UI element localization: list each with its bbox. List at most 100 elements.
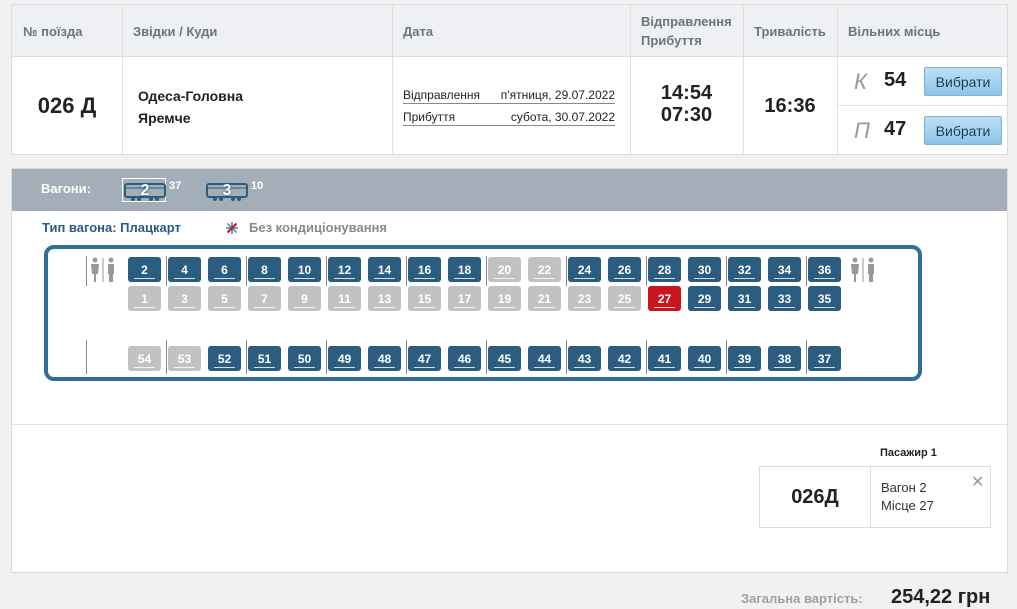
seat-36[interactable]: 36 <box>808 257 841 282</box>
compartment-divider <box>806 256 807 286</box>
car-scheme: 2 4 6 8 10 12 14 16 18 20 22 24 26 28 30 32 34 36 1 3 5 7 9 11 1… <box>44 245 922 381</box>
seat-9: 9 <box>288 286 321 311</box>
arrival-label: Прибуття <box>403 110 456 124</box>
compartment-divider <box>806 340 807 374</box>
seat-46[interactable]: 46 <box>448 346 481 371</box>
seat-37[interactable]: 37 <box>808 346 841 371</box>
seat-19: 19 <box>488 286 521 311</box>
header-train-no: № поїзда <box>23 23 83 39</box>
header-dep-arr: Відправлення Прибуття <box>630 5 743 57</box>
divider <box>122 5 123 155</box>
wagon-free-count: 37 <box>169 179 182 192</box>
seat-4[interactable]: 4 <box>168 257 201 282</box>
wagon-type: Тип вагона: Плацкарт <box>42 220 181 235</box>
compartment-divider <box>646 340 647 374</box>
seat-27[interactable]: 27 <box>648 286 681 311</box>
wagon-tab-2[interactable]: 2 37 <box>122 176 181 203</box>
seat-16[interactable]: 16 <box>408 257 441 282</box>
seat-38[interactable]: 38 <box>768 346 801 371</box>
seat-13: 13 <box>368 286 401 311</box>
seat-51[interactable]: 51 <box>248 346 281 371</box>
table-header: № поїзда Звідки / Куди Дата Відправлення… <box>12 5 1007 57</box>
seat-40[interactable]: 40 <box>688 346 721 371</box>
seat-5: 5 <box>208 286 241 311</box>
seat-3: 3 <box>168 286 201 311</box>
seat-32[interactable]: 32 <box>728 257 761 282</box>
seat-49[interactable]: 49 <box>328 346 361 371</box>
seat-42[interactable]: 42 <box>608 346 641 371</box>
seat-8[interactable]: 8 <box>248 257 281 282</box>
place-row-platskart: П 47 Вибрати <box>838 106 1008 155</box>
seat-15: 15 <box>408 286 441 311</box>
duration: 16:36 <box>764 94 816 117</box>
wagon-free-count: 10 <box>251 179 264 192</box>
no-ac-icon <box>225 221 239 235</box>
place-row-coupe: К 54 Вибрати <box>838 57 1008 106</box>
seat-54: 54 <box>128 346 161 371</box>
departure-label: Відправлення <box>403 88 481 102</box>
seat-44[interactable]: 44 <box>528 346 561 371</box>
compartment-divider <box>246 340 247 374</box>
seat-52[interactable]: 52 <box>208 346 241 371</box>
seat-30[interactable]: 30 <box>688 257 721 282</box>
seat-34[interactable]: 34 <box>768 257 801 282</box>
route: Одеса-Головна Яремче <box>138 85 243 129</box>
compartment-divider <box>566 256 567 286</box>
compartment-divider <box>406 256 407 286</box>
place-count: 47 <box>884 118 907 140</box>
no-ac-note: Без кондиціонування <box>225 220 387 235</box>
seat-29[interactable]: 29 <box>688 286 721 311</box>
seat-43[interactable]: 43 <box>568 346 601 371</box>
seat-26[interactable]: 26 <box>608 257 641 282</box>
route-from: Одеса-Головна <box>138 88 243 104</box>
seat-17: 17 <box>448 286 481 311</box>
toilet-icon <box>88 257 118 283</box>
arrival-time: 07:30 <box>660 104 713 126</box>
seat-50[interactable]: 50 <box>288 346 321 371</box>
seat-28[interactable]: 28 <box>648 257 681 282</box>
header-free-places: Вільних місць <box>848 23 941 39</box>
times: 14:54 07:30 <box>630 82 743 126</box>
choose-coupe-button[interactable]: Вибрати <box>924 67 1002 96</box>
seat-6[interactable]: 6 <box>208 257 241 282</box>
seat-39[interactable]: 39 <box>728 346 761 371</box>
wagon-panel: Вагони: 2 37 3 10 Тип вагона: Плацкарт Б… <box>11 168 1008 573</box>
train-number: 026 Д <box>37 93 97 118</box>
toilet-icon <box>848 257 878 283</box>
wagons-label: Вагони: <box>41 181 91 196</box>
departure-time: 14:54 <box>660 82 713 104</box>
choose-platskart-button[interactable]: Вибрати <box>924 116 1002 145</box>
seat-41[interactable]: 41 <box>648 346 681 371</box>
seat-35[interactable]: 35 <box>808 286 841 311</box>
seat-18[interactable]: 18 <box>448 257 481 282</box>
seat-24[interactable]: 24 <box>568 257 601 282</box>
close-icon[interactable]: ✕ <box>971 472 984 492</box>
compartment-divider <box>326 340 327 374</box>
seat-48[interactable]: 48 <box>368 346 401 371</box>
divider <box>630 5 631 155</box>
seat-45[interactable]: 45 <box>488 346 521 371</box>
seat-10[interactable]: 10 <box>288 257 321 282</box>
seat-12[interactable]: 12 <box>328 257 361 282</box>
wagon-icon: 2 <box>122 177 166 202</box>
compartment-divider <box>486 340 487 374</box>
train-table: № поїзда Звідки / Куди Дата Відправлення… <box>11 4 1008 155</box>
seat-47[interactable]: 47 <box>408 346 441 371</box>
seat-22: 22 <box>528 257 561 282</box>
wagon-bar: Вагони: 2 37 3 10 <box>12 169 1007 211</box>
seat-14[interactable]: 14 <box>368 257 401 282</box>
compartment-divider <box>566 340 567 374</box>
seat-31[interactable]: 31 <box>728 286 761 311</box>
passenger-train: 026Д <box>760 467 871 527</box>
compartment-divider <box>86 340 87 374</box>
wagon-tab-3[interactable]: 3 10 <box>204 176 263 203</box>
compartment-divider <box>486 256 487 286</box>
no-ac-label: Без кондиціонування <box>249 220 387 235</box>
route-to: Яремче <box>138 110 191 126</box>
seat-33[interactable]: 33 <box>768 286 801 311</box>
compartment-divider <box>646 256 647 286</box>
compartment-divider <box>726 340 727 374</box>
seat-53: 53 <box>168 346 201 371</box>
header-duration: Тривалість <box>754 23 826 39</box>
seat-2[interactable]: 2 <box>128 257 161 282</box>
